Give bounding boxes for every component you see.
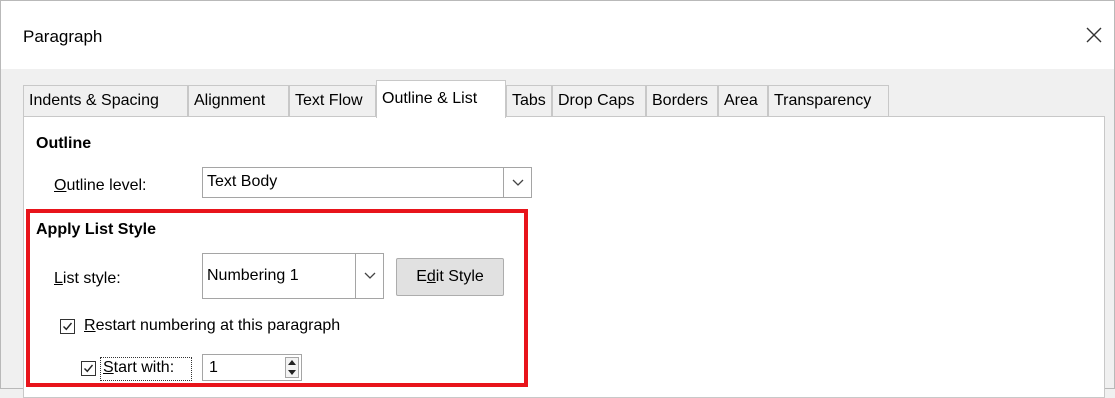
tab-transparency[interactable]: Transparency bbox=[768, 85, 889, 117]
tab-tabs[interactable]: Tabs bbox=[506, 85, 552, 117]
outline-level-label: Outline level: bbox=[54, 177, 147, 194]
tab-indents-spacing[interactable]: Indents & Spacing bbox=[23, 85, 188, 117]
outline-level-dropdown-button[interactable] bbox=[503, 168, 531, 197]
outline-level-value: Text Body bbox=[207, 173, 278, 190]
close-button[interactable] bbox=[1079, 20, 1109, 50]
outline-level-dropdown[interactable]: Text Body bbox=[202, 167, 532, 198]
tab-alignment[interactable]: Alignment bbox=[188, 85, 289, 117]
close-icon bbox=[1086, 27, 1102, 43]
outline-heading: Outline bbox=[36, 135, 92, 152]
tab-area[interactable]: Area bbox=[718, 85, 768, 117]
tab-borders[interactable]: Borders bbox=[646, 85, 718, 117]
tab-text-flow[interactable]: Text Flow bbox=[289, 85, 376, 117]
paragraph-dialog: Paragraph Indents & Spacing Alignment Te… bbox=[0, 0, 1115, 398]
highlight-box bbox=[26, 209, 528, 387]
tab-outline-list[interactable]: Outline & List bbox=[376, 80, 506, 118]
title-bar: Paragraph bbox=[1, 1, 1114, 69]
chevron-down-icon bbox=[512, 179, 523, 186]
dialog-title: Paragraph bbox=[23, 27, 103, 46]
tab-drop-caps[interactable]: Drop Caps bbox=[552, 85, 646, 117]
